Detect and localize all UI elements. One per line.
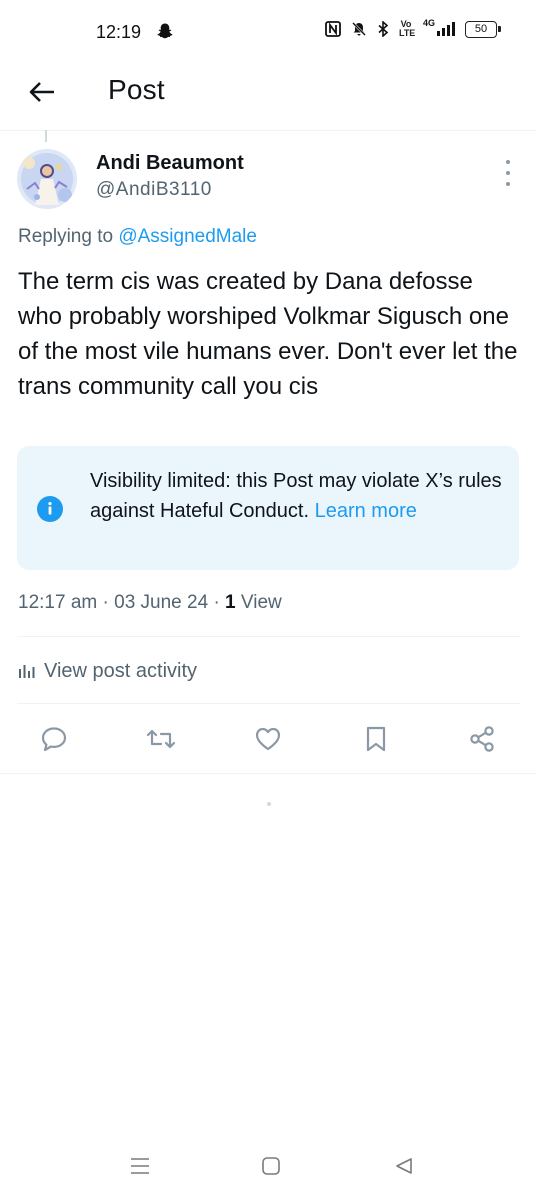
home-nav-button[interactable] bbox=[259, 1154, 283, 1178]
author-handle[interactable]: @AndiB3110 bbox=[96, 179, 212, 201]
reply-button[interactable] bbox=[39, 724, 69, 754]
share-icon bbox=[470, 726, 494, 752]
back-triangle-icon bbox=[396, 1158, 412, 1174]
page-title: Post bbox=[108, 74, 165, 105]
more-dot bbox=[506, 160, 510, 164]
back-arrow-icon bbox=[29, 82, 54, 102]
home-square-icon bbox=[262, 1157, 280, 1175]
status-icons: Vo LTE 4G 50 bbox=[325, 18, 501, 38]
view-count: 1 bbox=[225, 592, 236, 613]
repost-icon bbox=[146, 729, 176, 749]
heart-icon bbox=[255, 727, 281, 751]
post-text: The term cis was created by Dana defosse… bbox=[18, 268, 518, 400]
divider bbox=[17, 636, 520, 637]
repost-button[interactable] bbox=[146, 724, 176, 754]
info-icon bbox=[37, 496, 63, 522]
reply-icon bbox=[41, 727, 67, 752]
post-date: 03 June 24 bbox=[114, 592, 209, 613]
status-bar: 12:19 Vo LTE 4G 50 bbox=[0, 0, 537, 62]
more-options-button[interactable] bbox=[498, 160, 518, 186]
action-bar bbox=[0, 718, 537, 762]
notice-text: Visibility limited: this Post may violat… bbox=[90, 466, 505, 526]
menu-nav-button[interactable] bbox=[128, 1154, 152, 1178]
bookmark-button[interactable] bbox=[361, 724, 391, 754]
bluetooth-icon bbox=[377, 21, 389, 37]
battery-indicator: 50 bbox=[465, 20, 501, 38]
post-meta: 12:17 am · 03 June 24 · 1 View bbox=[18, 592, 282, 614]
loading-indicator bbox=[267, 802, 271, 806]
nfc-icon bbox=[325, 21, 341, 37]
snapchat-icon bbox=[156, 22, 174, 45]
divider bbox=[0, 773, 537, 774]
notice-message: Visibility limited: this Post may violat… bbox=[90, 470, 502, 522]
menu-icon bbox=[131, 1158, 149, 1174]
share-button[interactable] bbox=[467, 724, 497, 754]
visibility-notice: Visibility limited: this Post may violat… bbox=[17, 446, 519, 570]
author-name[interactable]: Andi Beaumont bbox=[96, 152, 244, 175]
thread-connector bbox=[45, 130, 47, 142]
replying-to: Replying to @AssignedMale bbox=[18, 226, 257, 248]
network-type: 4G bbox=[422, 18, 435, 28]
view-label: View bbox=[240, 592, 282, 613]
more-dot bbox=[506, 171, 510, 175]
signal-icon: 4G bbox=[423, 18, 455, 36]
back-button[interactable] bbox=[26, 76, 58, 108]
learn-more-link[interactable]: Learn more bbox=[315, 500, 417, 522]
volte-indicator: Vo LTE bbox=[398, 19, 416, 38]
replying-to-link[interactable]: @AssignedMale bbox=[118, 226, 257, 247]
meta-separator: · bbox=[213, 592, 226, 613]
meta-separator: · bbox=[102, 592, 115, 613]
like-button[interactable] bbox=[253, 724, 283, 754]
post-time: 12:17 am bbox=[18, 592, 98, 613]
mute-bell-icon bbox=[351, 21, 367, 37]
more-dot bbox=[506, 182, 510, 186]
status-time: 12:19 bbox=[96, 22, 142, 42]
view-post-activity[interactable]: View post activity bbox=[18, 656, 197, 686]
system-nav-bar bbox=[0, 1130, 537, 1200]
replying-prefix: Replying to bbox=[18, 226, 114, 247]
top-bar: Post bbox=[0, 62, 537, 131]
analytics-icon bbox=[19, 665, 35, 678]
divider bbox=[17, 703, 520, 704]
bookmark-icon bbox=[366, 726, 386, 752]
avatar[interactable] bbox=[17, 149, 77, 209]
back-nav-button[interactable] bbox=[392, 1154, 416, 1178]
activity-label: View post activity bbox=[44, 659, 198, 682]
